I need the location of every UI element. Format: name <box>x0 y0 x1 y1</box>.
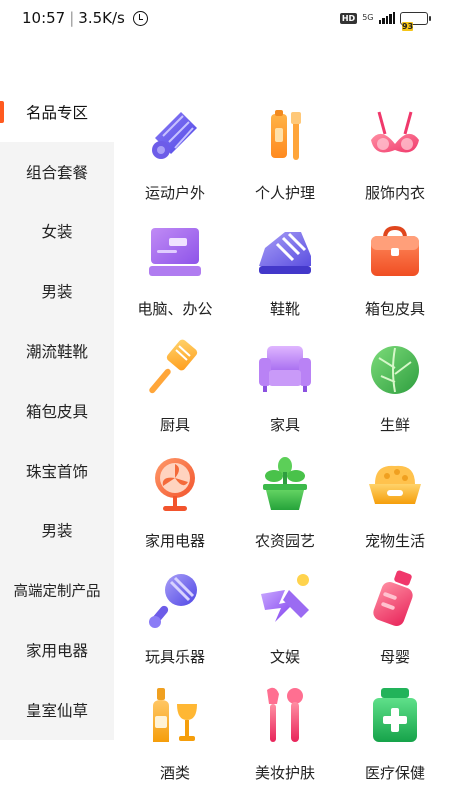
category-sports-outdoor[interactable]: 运动户外 <box>120 92 230 208</box>
category-label: 宠物生活 <box>364 532 425 550</box>
category-kitchenware[interactable]: 厨具 <box>120 324 230 440</box>
battery-level: 93 <box>402 21 414 31</box>
sidebar-item-label: 组合套餐 <box>25 163 88 182</box>
sidebar-item-appliances[interactable]: 家用电器 <box>0 620 114 680</box>
spatula-icon <box>145 338 205 398</box>
rattle-icon <box>145 570 205 630</box>
sidebar-item-womens[interactable]: 女装 <box>0 201 114 262</box>
baby-bottle-icon <box>365 570 425 630</box>
category-apparel-underwear[interactable]: 服饰内衣 <box>340 92 450 208</box>
sidebar-item-shoes[interactable]: 潮流鞋靴 <box>0 321 114 381</box>
network-type: 5G <box>362 13 374 22</box>
sneaker-icon <box>255 222 315 282</box>
category-label: 美妆护肤 <box>254 764 315 782</box>
category-grid: 运动户外 个人护理 服饰内衣 电脑、办公 鞋靴 箱包皮具 厨具 家具 生鲜 家用… <box>120 92 450 788</box>
category-healthcare[interactable]: 医疗保健 <box>340 672 450 788</box>
category-computer-office[interactable]: 电脑、办公 <box>120 208 230 324</box>
alarm-icon <box>132 10 148 26</box>
category-label: 箱包皮具 <box>364 300 425 318</box>
sofa-icon <box>255 338 315 398</box>
medicine-bottle-icon <box>365 686 425 746</box>
category-label: 医疗保健 <box>364 764 425 782</box>
category-page: 名品专区 组合套餐 女装 男装 潮流鞋靴 箱包皮具 珠宝首饰 男装 高端定制产品… <box>0 82 450 800</box>
status-bar: 10:57 | 3.5K/s HD 5G 93 <box>0 0 450 36</box>
sidebar-item-mens[interactable]: 男装 <box>0 261 114 322</box>
sidebar-item-mens-2[interactable]: 男装 <box>0 500 114 561</box>
toothbrush-toothpaste-icon <box>255 106 315 166</box>
category-personal-care[interactable]: 个人护理 <box>230 92 340 208</box>
hd-icon: HD <box>339 12 358 24</box>
category-liquor[interactable]: 酒类 <box>120 672 230 788</box>
laptop-icon <box>145 222 205 282</box>
category-label: 服饰内衣 <box>364 184 425 202</box>
category-label: 鞋靴 <box>269 300 300 318</box>
category-beauty-skincare[interactable]: 美妆护肤 <box>230 672 340 788</box>
category-label: 酒类 <box>159 764 190 782</box>
sidebar-item-combo[interactable]: 组合套餐 <box>0 141 114 202</box>
status-time: 10:57 <box>22 9 66 27</box>
category-toys-instruments[interactable]: 玩具乐器 <box>120 556 230 672</box>
entertainment-icon <box>255 570 315 630</box>
sidebar-item-label: 潮流鞋靴 <box>25 343 88 362</box>
category-furniture[interactable]: 家具 <box>230 324 340 440</box>
sidebar-item-brand-zone[interactable]: 名品专区 <box>0 82 114 142</box>
category-label: 个人护理 <box>254 184 315 202</box>
category-bags-leather[interactable]: 箱包皮具 <box>340 208 450 324</box>
category-label: 运动户外 <box>144 184 205 202</box>
makeup-brush-icon <box>255 686 315 746</box>
category-pet-supplies[interactable]: 宠物生活 <box>340 440 450 556</box>
pet-food-bowl-icon <box>365 454 425 514</box>
sidebar-item-label: 箱包皮具 <box>25 402 88 421</box>
sidebar-item-label: 家用电器 <box>25 642 88 661</box>
sidebar-item-jewelry[interactable]: 珠宝首饰 <box>0 440 114 501</box>
sidebar-item-custom[interactable]: 高端定制产品 <box>0 560 114 621</box>
category-fresh-food[interactable]: 生鲜 <box>340 324 450 440</box>
category-label: 家用电器 <box>144 532 205 550</box>
category-label: 母婴 <box>379 648 410 666</box>
status-left: 10:57 | 3.5K/s <box>22 9 148 27</box>
category-shoes[interactable]: 鞋靴 <box>230 208 340 324</box>
cabbage-icon <box>365 338 425 398</box>
sidebar-item-label: 男装 <box>41 283 73 302</box>
category-label: 厨具 <box>159 416 190 434</box>
badminton-shuttlecock-icon <box>145 106 205 166</box>
sidebar-item-label: 男装 <box>41 522 73 541</box>
sidebar-item-label: 珠宝首饰 <box>25 462 88 481</box>
network-speed: 3.5K/s <box>78 9 125 27</box>
category-label: 生鲜 <box>379 416 410 434</box>
battery-icon: 93 <box>400 11 431 31</box>
wine-icon <box>145 686 205 746</box>
category-sidebar: 名品专区 组合套餐 女装 男装 潮流鞋靴 箱包皮具 珠宝首饰 男装 高端定制产品… <box>0 82 114 740</box>
potted-plant-icon <box>255 454 315 514</box>
sidebar-item-bags[interactable]: 箱包皮具 <box>0 380 114 441</box>
category-label: 家具 <box>269 416 300 434</box>
bra-icon <box>365 106 425 166</box>
category-label: 电脑、办公 <box>137 300 213 318</box>
category-mother-baby[interactable]: 母婴 <box>340 556 450 672</box>
sidebar-item-label: 女装 <box>41 223 73 242</box>
category-home-appliances[interactable]: 家用电器 <box>120 440 230 556</box>
sidebar-item-label: 高端定制产品 <box>13 583 101 600</box>
category-label: 文娱 <box>269 648 300 666</box>
status-right: HD 5G 93 <box>339 11 431 31</box>
status-separator: | <box>69 9 75 27</box>
sidebar-item-herbs[interactable]: 皇室仙草 <box>0 679 114 740</box>
category-label: 玩具乐器 <box>144 648 205 666</box>
sidebar-item-label: 名品专区 <box>25 103 88 122</box>
sidebar-item-label: 皇室仙草 <box>25 701 88 720</box>
handbag-icon <box>365 222 425 282</box>
category-agri-gardening[interactable]: 农资园艺 <box>230 440 340 556</box>
category-label: 农资园艺 <box>254 532 315 550</box>
category-entertainment[interactable]: 文娱 <box>230 556 340 672</box>
signal-icon <box>378 12 395 24</box>
fan-icon <box>145 454 205 514</box>
